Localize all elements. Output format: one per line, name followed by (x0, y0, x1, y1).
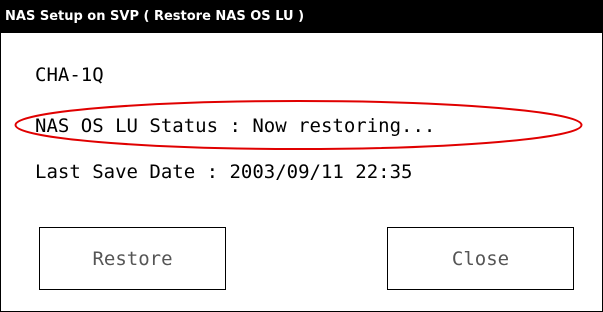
restore-button[interactable]: Restore (39, 227, 226, 290)
last-save-date: Last Save Date : 2003/09/11 22:35 (35, 161, 413, 183)
nas-os-lu-status: NAS OS LU Status : Now restoring... (35, 115, 436, 137)
close-button[interactable]: Close (387, 227, 574, 290)
window-title: NAS Setup on SVP ( Restore NAS OS LU ) (1, 1, 602, 33)
dialog-window: NAS Setup on SVP ( Restore NAS OS LU ) C… (0, 0, 603, 312)
device-label: CHA-1Q (35, 64, 104, 86)
